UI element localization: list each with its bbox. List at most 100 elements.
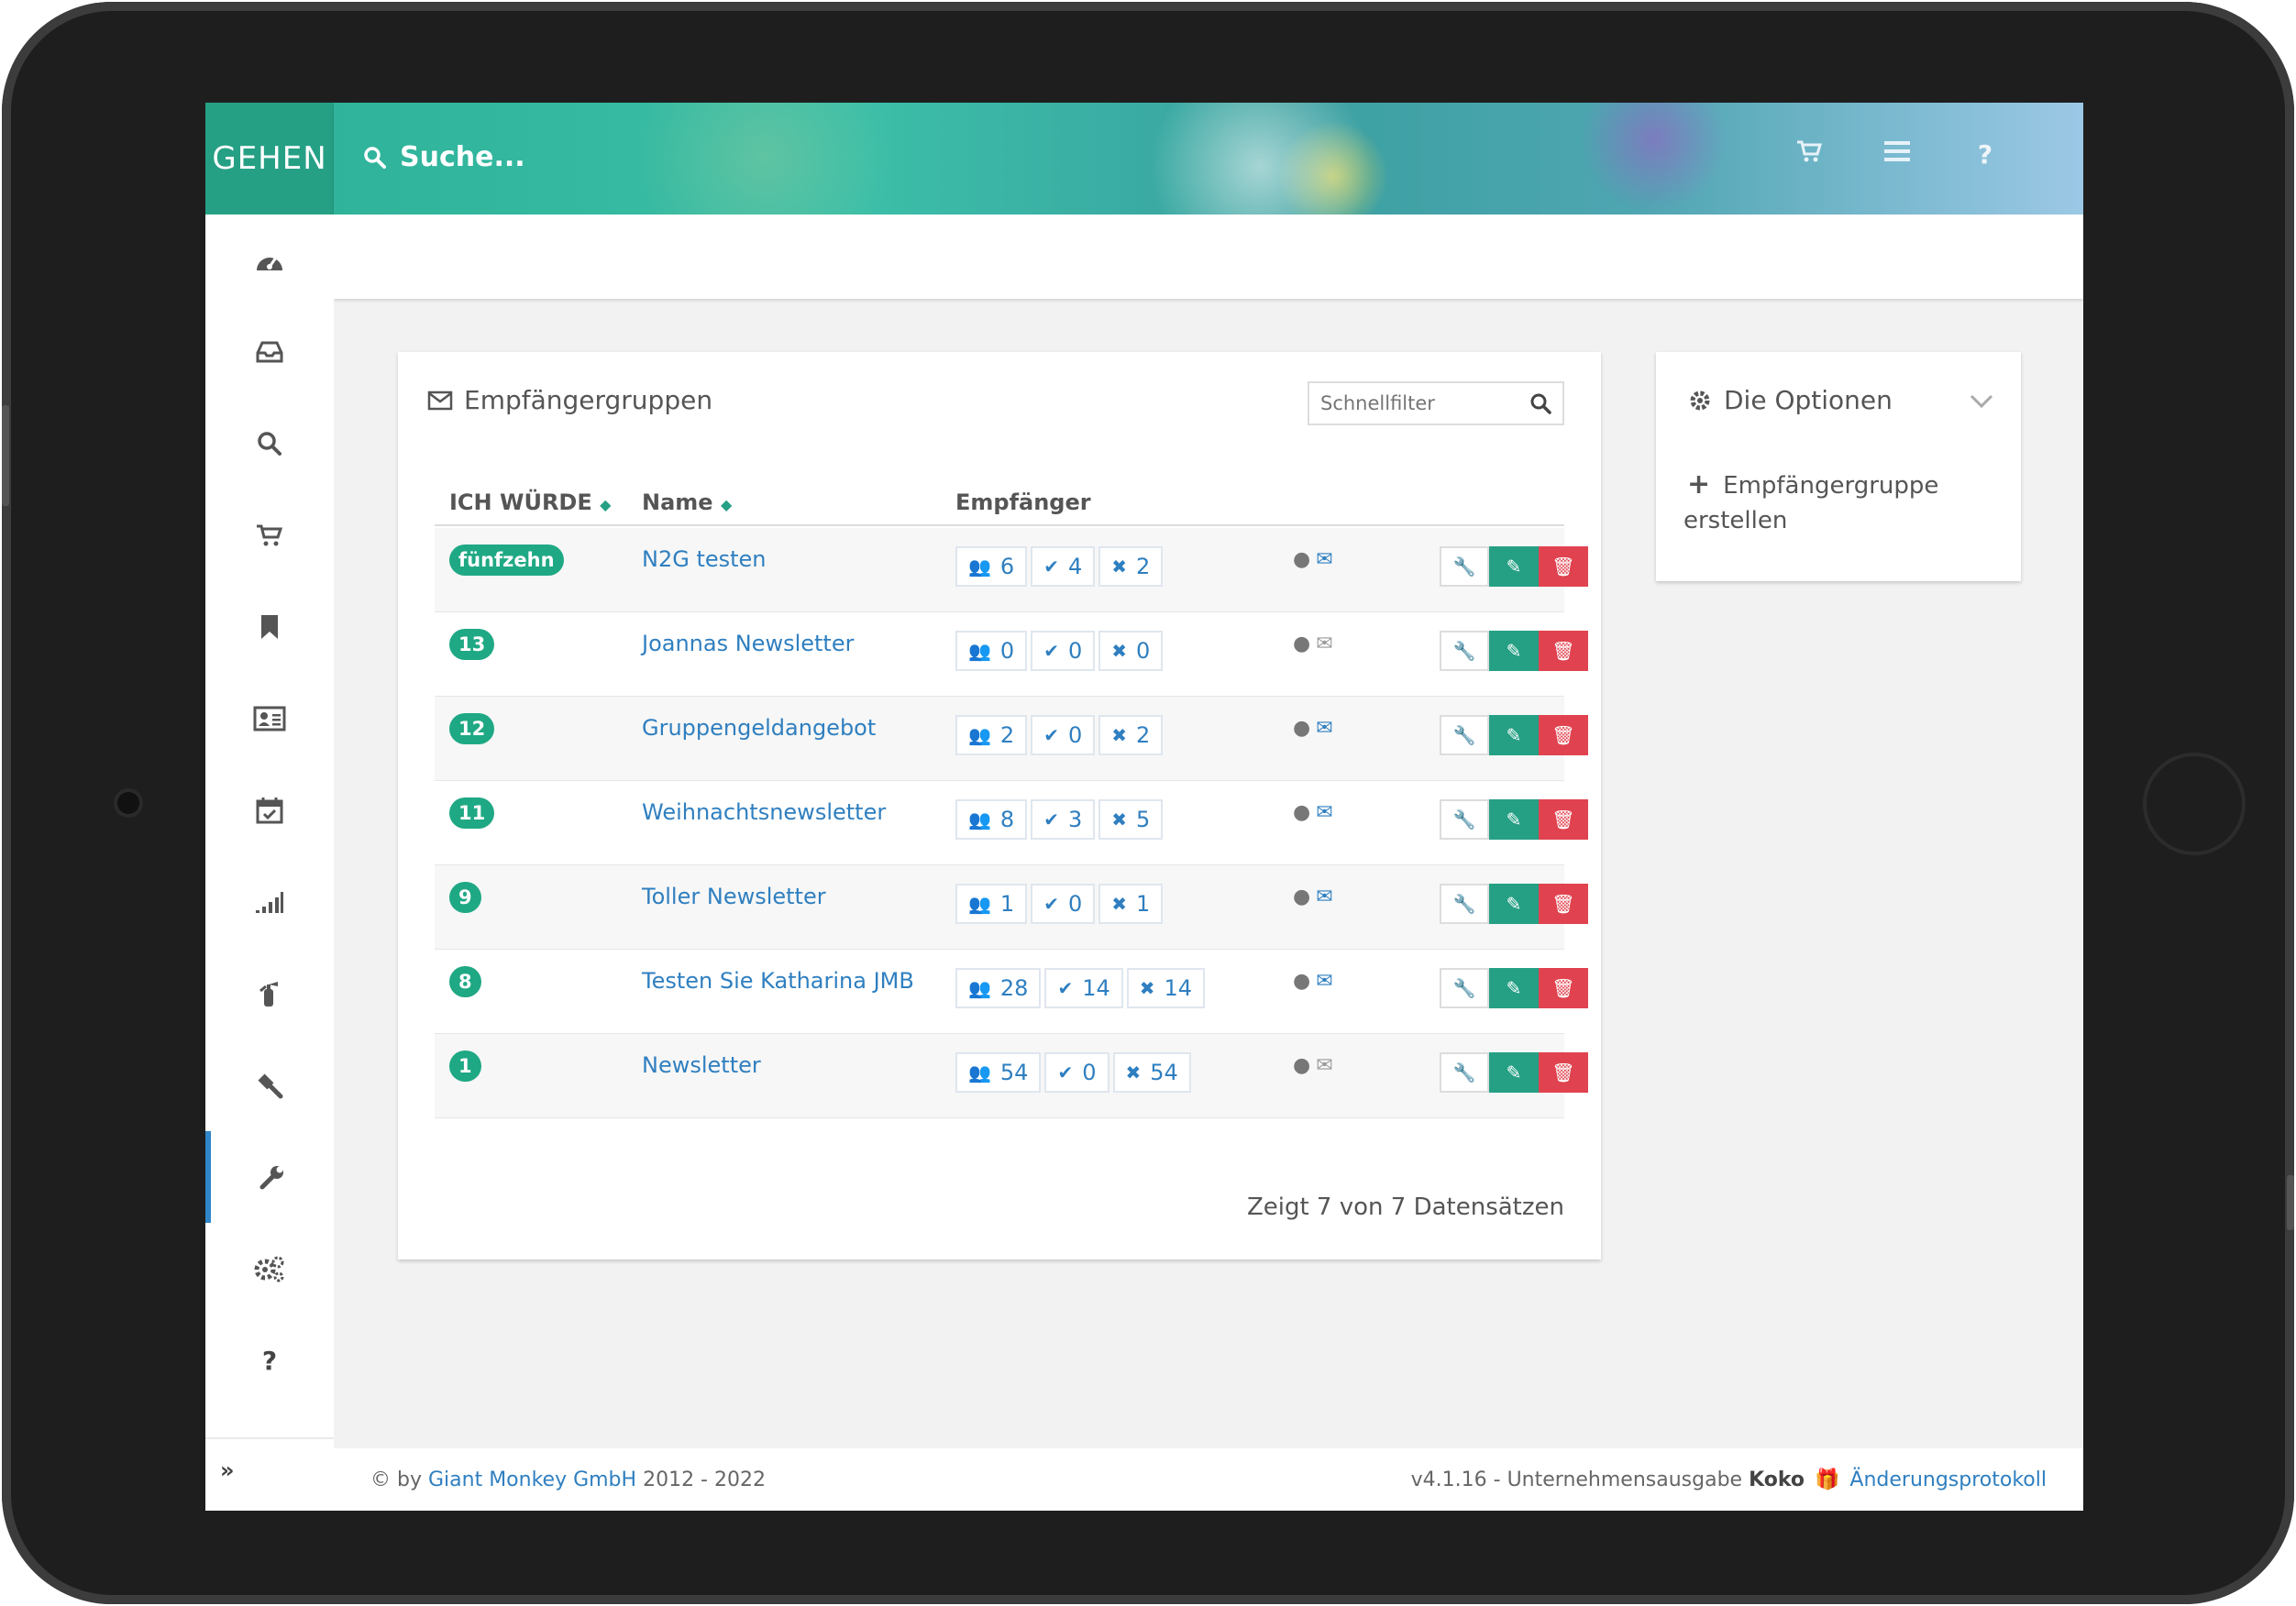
active-recipients-button[interactable]: ✔ 3 [1031,799,1096,840]
configure-button[interactable]: 🔧 [1440,1052,1489,1093]
edit-button[interactable]: ✎ [1489,715,1539,755]
edit-button[interactable]: ✎ [1489,1052,1539,1093]
delete-button[interactable]: 🗑 [1539,1052,1588,1093]
total-recipients-button[interactable]: 👥 6 [955,546,1028,587]
nav-search[interactable] [205,398,334,490]
group-name-link[interactable]: Weihnachtsnewsletter [642,799,886,825]
nav-auctions[interactable] [205,1040,334,1131]
help-icon[interactable]: ? [1970,139,2001,170]
group-name-link[interactable]: N2G testen [642,546,767,572]
nav-tools[interactable] [205,1131,334,1223]
question-icon: ? [261,1345,278,1376]
configure-button[interactable]: 🔧 [1440,968,1489,1008]
active-recipients-button[interactable]: ✔ 4 [1031,546,1096,587]
inactive-recipients-button[interactable]: ✖ 2 [1098,715,1164,755]
options-title[interactable]: Die Optionen [1689,385,1893,415]
inactive-recipients-button[interactable]: ✖ 54 [1112,1052,1191,1093]
configure-button[interactable]: 🔧 [1440,546,1489,587]
inactive-recipients-button[interactable]: ✖ 14 [1126,968,1206,1008]
column-header-recipients: Empfänger [955,490,1091,515]
users-icon: 👥 [968,640,991,662]
nav-contacts[interactable] [205,673,334,764]
group-name-link[interactable]: Gruppengeldangebot [642,715,876,741]
chevron-down-icon[interactable] [1970,389,1993,414]
edit-button[interactable]: ✎ [1489,884,1539,924]
search-trigger[interactable]: Suche... [363,141,525,173]
inactive-recipients-button[interactable]: ✖ 2 [1098,546,1164,587]
quick-filter-input[interactable] [1320,392,1504,414]
active-recipients-button[interactable]: ✔ 0 [1031,884,1096,924]
nav-settings[interactable] [205,1223,334,1314]
delete-button[interactable]: 🗑 [1539,884,1588,924]
nav-inbox[interactable] [205,306,334,398]
total-recipients-button[interactable]: 👥 8 [955,799,1028,840]
active-recipients-button[interactable]: ✔ 0 [1044,1052,1109,1093]
total-recipients-button[interactable]: 👥 28 [955,968,1042,1008]
active-recipients-button[interactable]: ✔ 14 [1044,968,1123,1008]
configure-button[interactable]: 🔧 [1440,799,1489,840]
delete-button[interactable]: 🗑 [1539,546,1588,587]
column-header-id[interactable]: ICH WÜRDE ◆ [449,490,611,515]
create-group-link[interactable]: + Empfängergruppe erstellen [1683,468,1977,538]
nav-dashboard[interactable] [205,214,334,306]
delete-button[interactable]: 🗑 [1539,968,1588,1008]
cart-icon[interactable] [1794,139,1825,170]
nav-shop[interactable] [205,490,334,581]
total-recipients-button[interactable]: 👥 54 [955,1052,1042,1093]
nav-bookmarks[interactable] [205,581,334,673]
total-recipients-button[interactable]: 👥 2 [955,715,1028,755]
breadcrumb-bar [334,214,2083,299]
search-icon[interactable] [1529,392,1551,414]
nav-help[interactable]: ? [205,1314,334,1406]
mail-icon: ✉ [1316,632,1333,655]
trash-icon: 🗑 [1551,724,1575,746]
x-icon: ✖ [1111,893,1127,915]
create-group-label: Empfängergruppe erstellen [1683,472,1939,534]
brand-logo[interactable]: GEHEN [205,103,334,214]
company-link[interactable]: Giant Monkey GmbH [428,1468,636,1491]
inactive-recipients-button[interactable]: ✖ 0 [1098,631,1164,671]
edit-button[interactable]: ✎ [1489,968,1539,1008]
row-actions: 🔧 ✎ 🗑 [1440,631,1588,671]
configure-button[interactable]: 🔧 [1440,884,1489,924]
edit-button[interactable]: ✎ [1489,799,1539,840]
total-recipients-button[interactable]: 👥 0 [955,631,1028,671]
delete-button[interactable]: 🗑 [1539,799,1588,840]
edit-icon: ✎ [1506,1062,1522,1084]
trash-icon: 🗑 [1551,556,1575,578]
nav-statistics[interactable] [205,856,334,948]
changelog-link[interactable]: Änderungsprotokoll [1849,1468,2047,1491]
table-row: fünfzehn N2G testen 👥 6 ✔ 4 ✖ 2 ● ✉ 🔧 ✎ 🗑 [435,528,1588,612]
active-recipients-button[interactable]: ✔ 0 [1031,715,1096,755]
active-recipients-button[interactable]: ✔ 0 [1031,631,1096,671]
list-icon[interactable] [1882,139,1913,170]
edit-button[interactable]: ✎ [1489,631,1539,671]
delete-button[interactable]: 🗑 [1539,631,1588,671]
quick-filter[interactable] [1308,381,1564,425]
check-icon: ✔ [1043,640,1059,662]
group-status: ● ✉ [1293,548,1333,571]
edit-button[interactable]: ✎ [1489,546,1539,587]
table-row: 1 Newsletter 👥 54 ✔ 0 ✖ 54 ● ✉ 🔧 ✎ 🗑 [435,1034,1588,1118]
column-header-name[interactable]: Name ◆ [642,490,732,515]
cart-icon [257,524,283,546]
total-recipients-button[interactable]: 👥 1 [955,884,1028,924]
nav-calendar[interactable] [205,764,334,856]
collapse-sidebar-button[interactable]: » [220,1458,235,1483]
x-icon: ✖ [1139,977,1155,999]
nav-extinguisher[interactable] [205,948,334,1040]
plus-icon: + [1687,468,1711,500]
inactive-recipients-button[interactable]: ✖ 1 [1098,884,1164,924]
home-button[interactable] [2143,753,2246,855]
group-name-link[interactable]: Newsletter [642,1052,761,1078]
delete-button[interactable]: 🗑 [1539,715,1588,755]
group-name-link[interactable]: Toller Newsletter [642,884,826,909]
power-button [2287,1175,2294,1230]
inactive-recipients-button[interactable]: ✖ 5 [1098,799,1164,840]
users-icon: 👥 [968,893,991,915]
group-id-badge: 1 [449,1050,481,1082]
group-name-link[interactable]: Joannas Newsletter [642,631,854,656]
configure-button[interactable]: 🔧 [1440,715,1489,755]
group-name-link[interactable]: Testen Sie Katharina JMB [642,968,914,994]
configure-button[interactable]: 🔧 [1440,631,1489,671]
